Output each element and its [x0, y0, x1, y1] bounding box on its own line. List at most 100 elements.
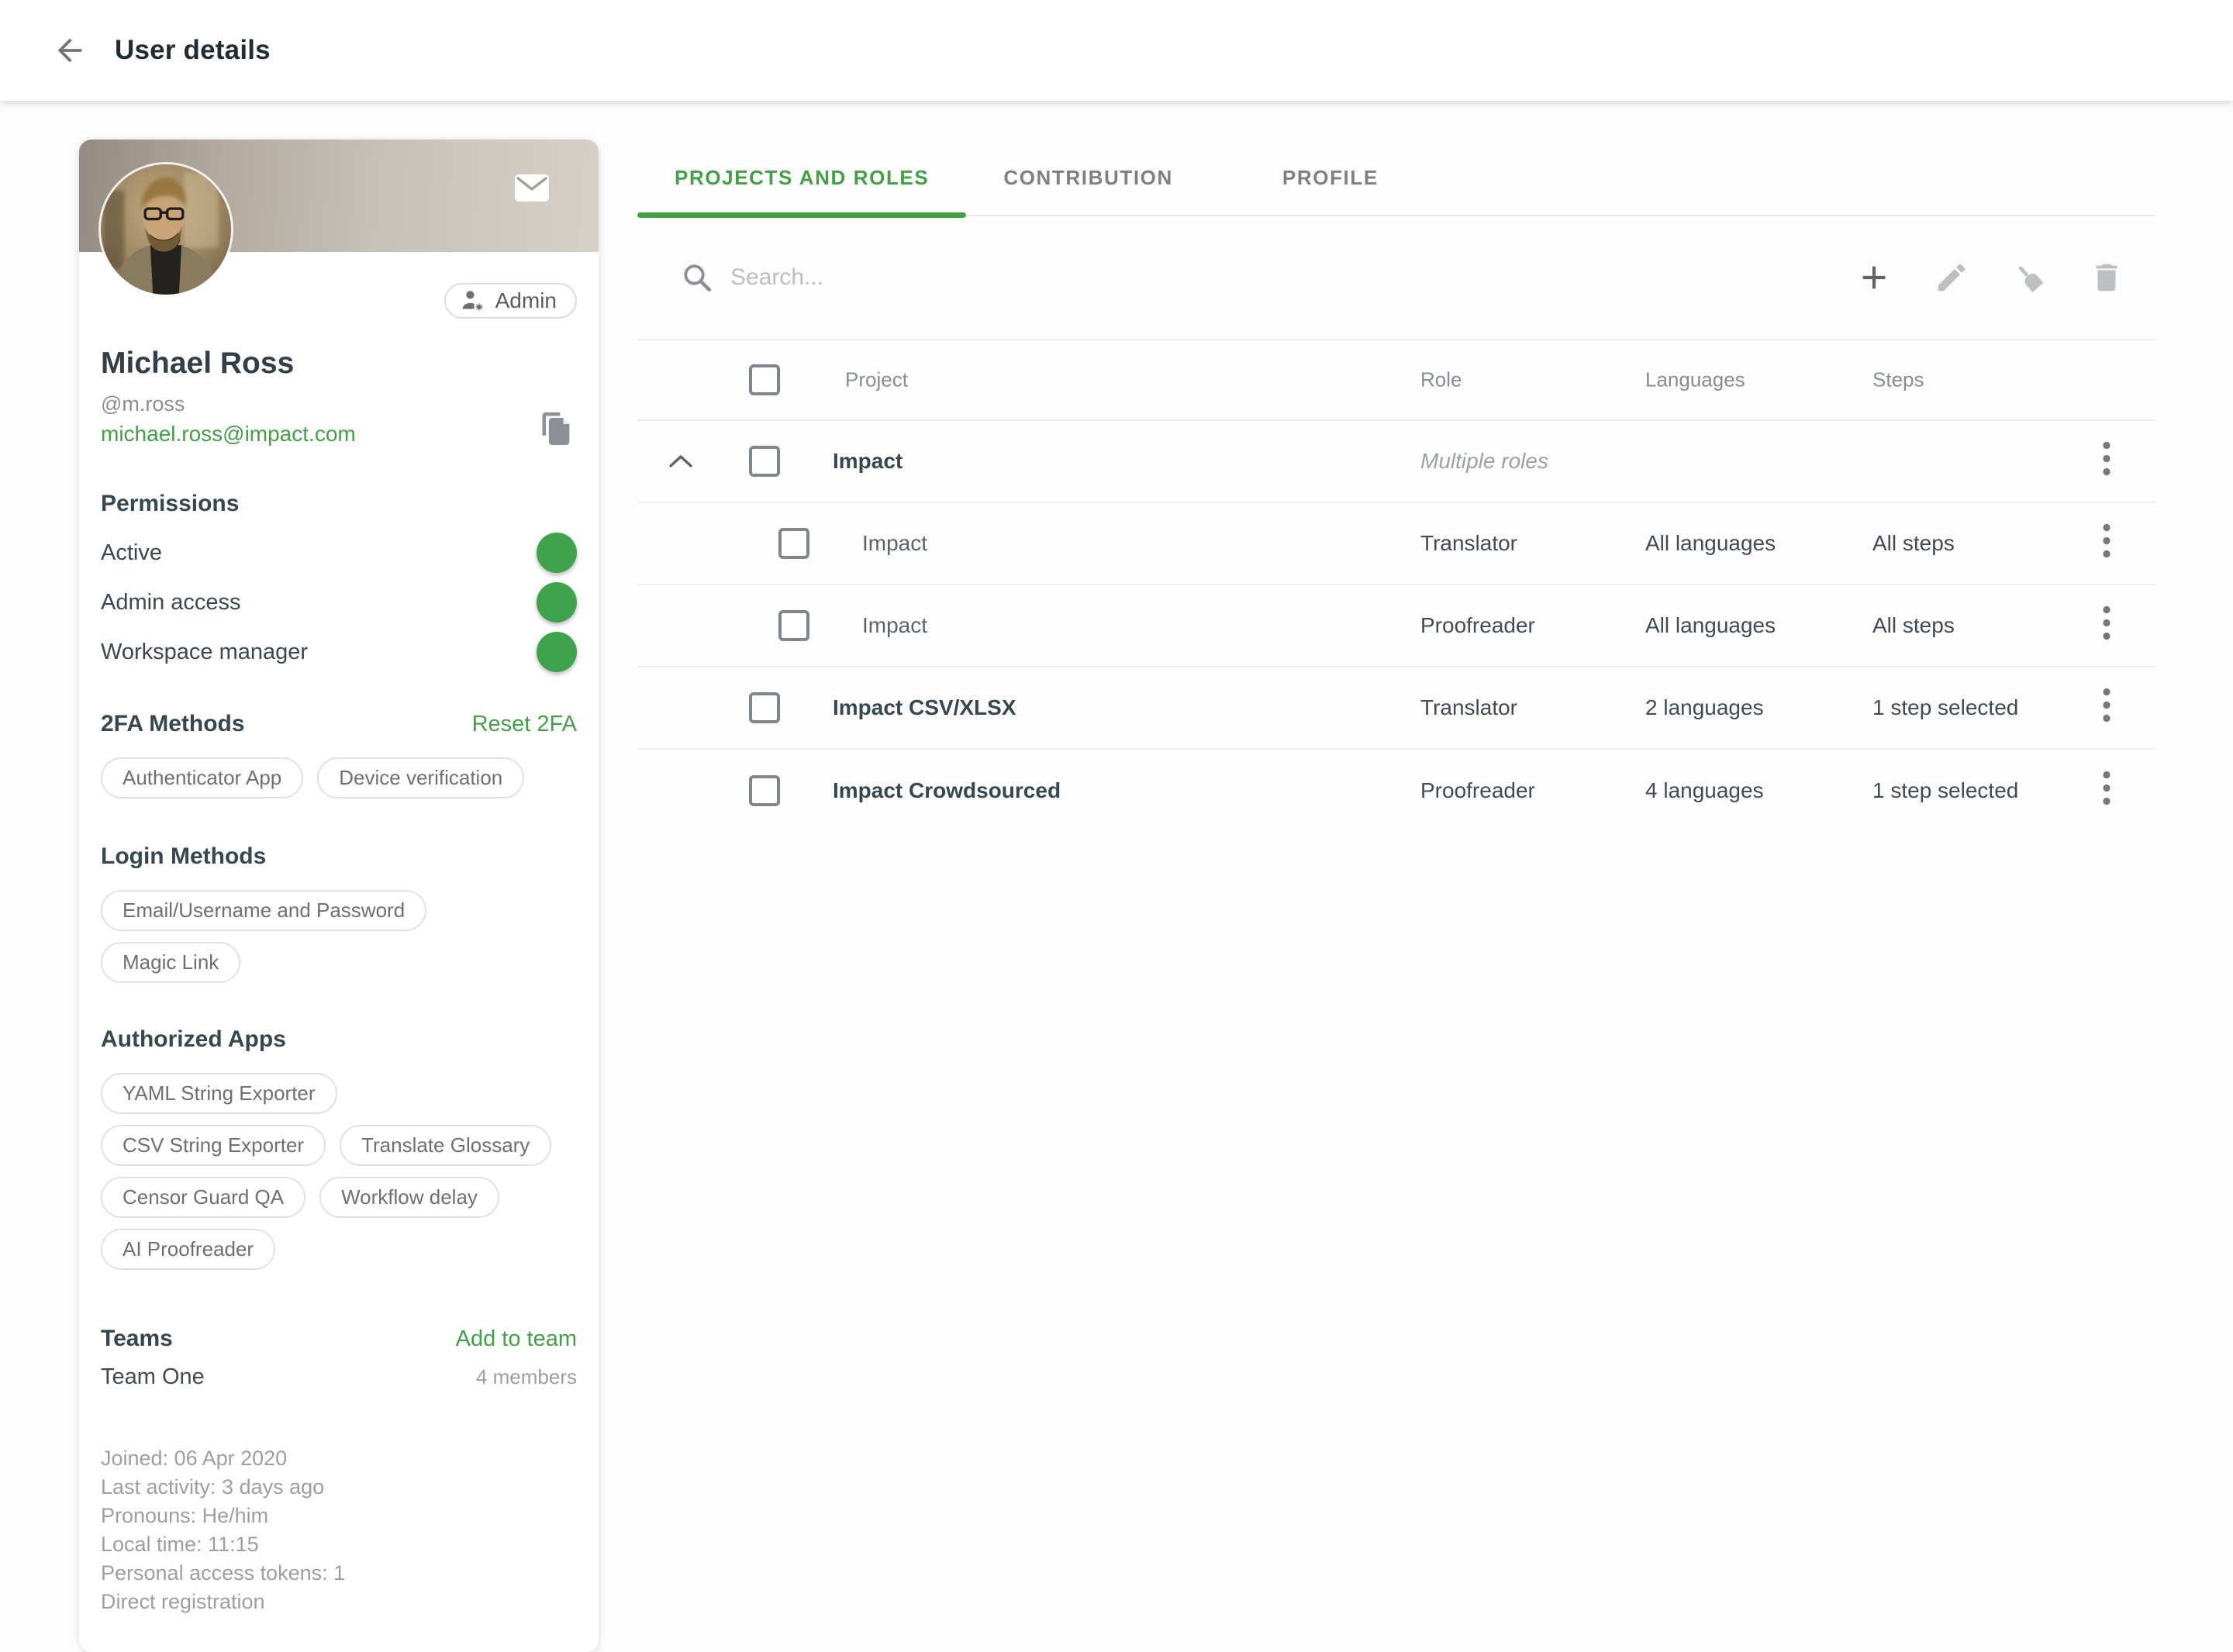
chip: CSV String Exporter — [101, 1125, 326, 1166]
project-name: Impact — [862, 531, 927, 556]
details-panel: PROJECTS AND ROLESCONTRIBUTIONPROFILE — [637, 140, 2155, 832]
twofa-chips: Authenticator AppDevice verification — [101, 757, 577, 809]
team-members-count: 4 members — [476, 1365, 577, 1389]
row-checkbox[interactable] — [778, 528, 809, 559]
page-title: User details — [115, 35, 271, 66]
team-row: Team One 4 members — [101, 1364, 577, 1390]
app-bar: User details — [0, 0, 2233, 101]
languages-value: All languages — [1645, 613, 1776, 638]
toggle-switch[interactable] — [512, 539, 571, 567]
copy-email-button[interactable] — [535, 411, 577, 449]
chip: Translate Glossary — [340, 1125, 551, 1166]
add-to-team-link[interactable]: Add to team — [456, 1326, 577, 1352]
edit-button[interactable] — [1934, 260, 1969, 295]
row-checkbox[interactable] — [778, 610, 809, 641]
user-meta-line: Direct registration — [101, 1588, 577, 1616]
column-header-steps: Steps — [1872, 368, 1924, 392]
profile-banner — [79, 140, 599, 252]
tab-projects-and-roles[interactable]: PROJECTS AND ROLES — [637, 140, 966, 216]
table-row: Impact CrowdsourcedProofreader4 language… — [637, 750, 2155, 832]
row-menu-button[interactable] — [2095, 602, 2118, 650]
authorized-app-chips: YAML String Exporter CSV String Exporter T… — [101, 1073, 577, 1281]
tab-profile[interactable]: PROFILE — [1210, 140, 1451, 216]
row-menu-button[interactable] — [2095, 520, 2118, 567]
user-meta-line: Local time: 11:15 — [101, 1530, 577, 1559]
row-menu-button[interactable] — [2095, 767, 2118, 815]
kebab-icon — [2103, 771, 2110, 806]
admin-badge-label: Admin — [495, 288, 557, 313]
permission-label: Active — [101, 540, 162, 566]
project-name: Impact CSV/XLSX — [833, 695, 1016, 720]
twofa-heading: 2FA Methods — [101, 711, 245, 737]
mail-icon — [514, 174, 550, 202]
projects-table: Project Role Languages Steps ImpactMulti… — [637, 339, 2155, 832]
permission-label: Admin access — [101, 590, 241, 616]
reset-2fa-link[interactable]: Reset 2FA — [472, 712, 577, 737]
row-checkbox[interactable] — [749, 446, 780, 477]
teams-list: Team One 4 members — [101, 1364, 577, 1390]
delete-icon — [2089, 260, 2124, 295]
admin-user-icon — [460, 288, 486, 314]
project-name: Impact Crowdsourced — [833, 778, 1061, 803]
user-meta-line: Pronouns: He/him — [101, 1502, 577, 1530]
row-menu-button[interactable] — [2095, 438, 2118, 485]
delete-button[interactable] — [2089, 260, 2124, 295]
kebab-icon — [2103, 605, 2110, 641]
login-method-chips: Email/Username and Password Magic Link — [101, 890, 577, 994]
chip: Magic Link — [101, 942, 240, 983]
collapse-row-button[interactable] — [659, 452, 702, 471]
steps-value: All steps — [1872, 613, 1955, 638]
back-button[interactable] — [48, 29, 91, 72]
role-value: Multiple roles — [1420, 449, 1548, 474]
teams-heading: Teams — [101, 1326, 173, 1352]
table-row: ImpactTranslatorAll languagesAll steps — [637, 503, 2155, 585]
chip: Authenticator App — [101, 757, 303, 798]
add-button[interactable] — [1856, 260, 1892, 295]
steps-value: 1 step selected — [1872, 695, 2018, 720]
table-row: Impact Multiple roles — [637, 421, 2155, 503]
languages-value: All languages — [1645, 531, 1776, 556]
select-all-checkbox[interactable] — [749, 364, 780, 395]
permission-row: Workspace manager — [101, 627, 577, 677]
toggle-switch[interactable] — [512, 638, 571, 666]
chip: YAML String Exporter — [101, 1073, 337, 1114]
languages-value: 2 languages — [1645, 695, 1764, 720]
row-checkbox[interactable] — [749, 775, 780, 806]
user-name: Michael Ross — [101, 347, 577, 381]
edit-icon — [1934, 260, 1969, 295]
username: @m.ross — [101, 388, 356, 419]
kebab-icon — [2103, 441, 2110, 477]
clean-button[interactable] — [2011, 260, 2047, 295]
row-checkbox[interactable] — [749, 692, 780, 723]
role-value: Proofreader — [1420, 778, 1535, 803]
chip: AI Proofreader — [101, 1229, 275, 1270]
kebab-icon — [2103, 688, 2110, 723]
clean-icon — [2011, 260, 2047, 295]
tab-bar: PROJECTS AND ROLESCONTRIBUTIONPROFILE — [637, 140, 2155, 216]
copy-icon — [540, 411, 572, 447]
team-name: Team One — [101, 1364, 205, 1390]
add-icon — [1856, 260, 1892, 295]
role-value: Translator — [1420, 695, 1517, 720]
project-name: Impact — [833, 449, 903, 474]
table-row: Impact Proofreader All languages All steps — [637, 585, 2155, 667]
role-value: Proofreader — [1420, 613, 1535, 638]
permission-row: Admin access — [101, 578, 577, 627]
authorized-apps-heading: Authorized Apps — [101, 1026, 577, 1053]
chip: Email/Username and Password — [101, 890, 426, 931]
send-email-button[interactable] — [510, 169, 554, 206]
tab-contribution[interactable]: CONTRIBUTION — [966, 140, 1210, 216]
login-methods-heading: Login Methods — [101, 843, 577, 870]
row-menu-button[interactable] — [2095, 685, 2118, 732]
user-meta-line: Last activity: 3 days ago — [101, 1473, 577, 1502]
user-email-link[interactable]: michael.ross@impact.com — [101, 419, 356, 449]
chevron-up-icon — [667, 452, 695, 471]
search-toolbar — [637, 216, 2155, 339]
project-name: Impact — [862, 613, 927, 638]
column-header-languages: Languages — [1645, 368, 1745, 392]
search-input[interactable] — [730, 264, 1856, 291]
search-icon — [681, 261, 713, 294]
toggle-switch[interactable] — [512, 588, 571, 616]
arrow-back-icon — [52, 33, 88, 68]
user-card: Admin Michael Ross @m.ross michael.ross@… — [79, 140, 599, 1652]
